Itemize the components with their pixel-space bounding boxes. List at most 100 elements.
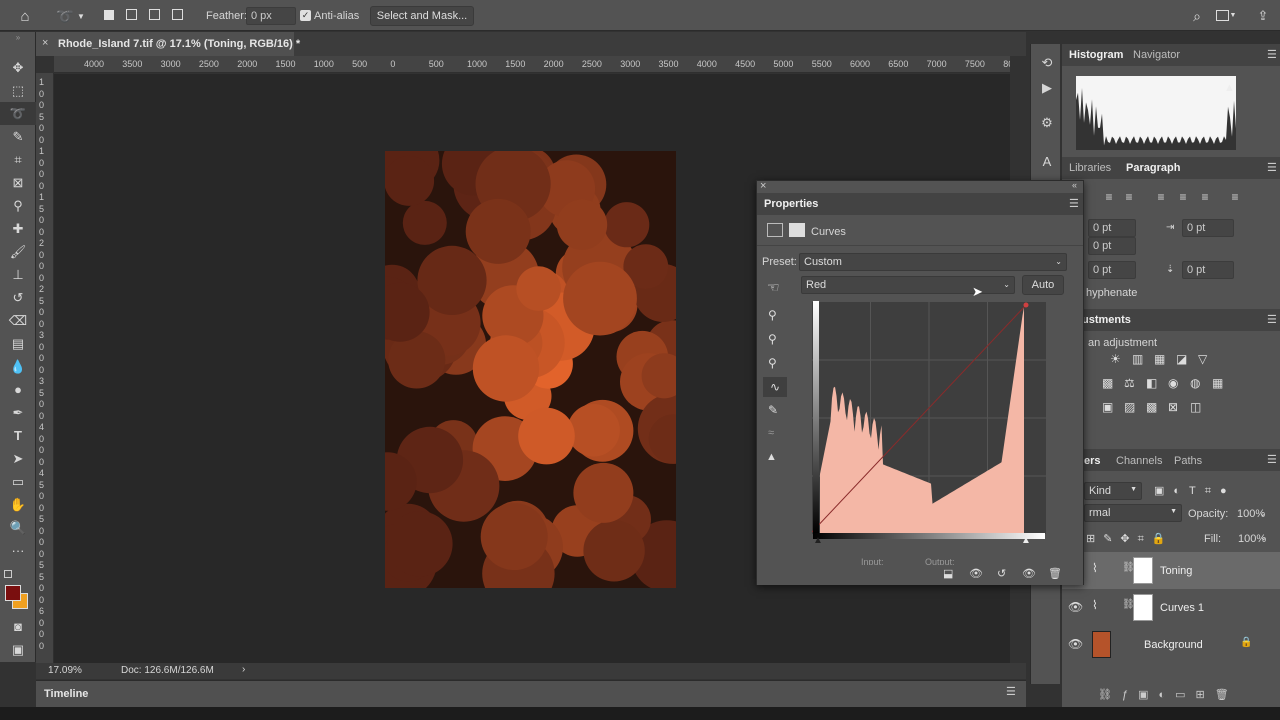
adjustment-type-icon[interactable]: ◧ bbox=[1146, 376, 1157, 390]
clone-stamp-icon[interactable]: ⊥ bbox=[0, 263, 36, 286]
panel-menu-icon[interactable]: ☰ bbox=[1267, 313, 1277, 326]
layer-thumbnail[interactable] bbox=[1092, 631, 1111, 658]
lock-icons[interactable]: ⊞✎✥⌗🔒 bbox=[1086, 532, 1186, 546]
tab-navigator[interactable]: Navigator bbox=[1133, 49, 1180, 61]
smooth-curve-icon[interactable]: ≈ bbox=[768, 427, 774, 439]
panel-menu-icon[interactable]: ☰ bbox=[1267, 48, 1277, 61]
align-left-icon[interactable]: ≡ bbox=[1100, 190, 1118, 204]
indent-right-input[interactable]: 0 pt bbox=[1182, 219, 1234, 237]
layer-name[interactable]: Background bbox=[1144, 639, 1203, 651]
chevron-down-icon[interactable]: ⌄ bbox=[1259, 508, 1267, 519]
indent-left-input[interactable]: 0 pt bbox=[1088, 219, 1136, 237]
chevron-down-icon[interactable]: ▼ bbox=[1229, 9, 1237, 21]
document-image[interactable] bbox=[385, 151, 676, 588]
clip-to-layer-icon[interactable]: ⬓ bbox=[943, 567, 953, 580]
properties-icon[interactable]: ⚙ bbox=[1037, 112, 1057, 134]
collapse-icon[interactable]: « bbox=[1072, 180, 1077, 190]
adjustment-type-icon[interactable]: ▽ bbox=[1198, 352, 1207, 366]
workspace-icon[interactable] bbox=[1216, 10, 1229, 21]
reset-icon[interactable]: ↺ bbox=[997, 567, 1006, 580]
frame-tool-icon[interactable]: ⊠ bbox=[0, 171, 36, 194]
search-icon[interactable]: ⌕ bbox=[1188, 6, 1206, 26]
collapse-icon[interactable]: » bbox=[0, 32, 36, 42]
history-icon[interactable]: ⟲ bbox=[1037, 52, 1057, 74]
tab-adjustments[interactable]: ustments bbox=[1082, 314, 1131, 326]
lasso-tool-icon[interactable]: ➰ bbox=[52, 6, 78, 26]
gradient-tool-icon[interactable]: ▤ bbox=[0, 332, 36, 355]
curves-graph[interactable] bbox=[811, 302, 1046, 534]
visibility-eye-icon[interactable]: 👁 bbox=[1068, 600, 1083, 614]
eyedropper-white-icon[interactable]: ⚲ bbox=[768, 356, 777, 370]
tab-paths[interactable]: Paths bbox=[1174, 455, 1202, 467]
adjustment-type-icon[interactable]: ◫ bbox=[1190, 400, 1201, 414]
crop-tool-icon[interactable]: ⌗ bbox=[0, 148, 36, 171]
subtract-selection-icon[interactable] bbox=[149, 9, 160, 20]
chevron-down-icon[interactable]: ▼ bbox=[76, 9, 86, 23]
adjustment-type-icon[interactable]: ▦ bbox=[1154, 352, 1165, 366]
adjustment-type-icon[interactable]: ▥ bbox=[1132, 352, 1143, 366]
adjustment-type-icon[interactable]: ▩ bbox=[1102, 376, 1113, 390]
type-tool-icon[interactable]: T bbox=[0, 424, 36, 447]
dodge-tool-icon[interactable]: ● bbox=[0, 378, 36, 401]
screen-mode-icon[interactable]: ▣ bbox=[0, 638, 36, 661]
on-image-adjust-icon[interactable]: ☜ bbox=[767, 279, 780, 296]
move-tool-icon[interactable]: ✥ bbox=[0, 56, 36, 79]
adjustment-type-icon[interactable]: ▩ bbox=[1146, 400, 1157, 414]
actions-play-icon[interactable]: ▶ bbox=[1037, 77, 1057, 99]
layers-bottom-icons[interactable]: ⛓ƒ▣◐▭⊞🗑 bbox=[1098, 688, 1278, 702]
adjustment-type-icon[interactable]: ⊠ bbox=[1168, 400, 1178, 414]
align-right-icon[interactable]: ≡ bbox=[1152, 190, 1170, 204]
quick-select-tool-icon[interactable]: ✎ bbox=[0, 125, 36, 148]
adjustment-type-icon[interactable]: ☀ bbox=[1110, 352, 1121, 366]
hand-tool-icon[interactable]: ✋ bbox=[0, 493, 36, 516]
timeline-title[interactable]: Timeline bbox=[44, 688, 88, 700]
layer-row-curves-1[interactable]: 👁 ⌇ ⛓ Curves 1 bbox=[1062, 589, 1280, 626]
space-after-input[interactable]: 0 pt bbox=[1182, 261, 1234, 279]
layer-mask-thumbnail[interactable] bbox=[1133, 594, 1153, 621]
layer-row-background[interactable]: 👁 Background 🔒 bbox=[1062, 626, 1280, 663]
view-previous-icon[interactable]: 👁 bbox=[969, 567, 983, 580]
feather-input[interactable]: 0 px bbox=[246, 7, 296, 25]
select-and-mask-button[interactable]: Select and Mask... bbox=[370, 6, 474, 26]
healing-brush-icon[interactable]: ✚ bbox=[0, 217, 36, 240]
adjustment-type-icon[interactable]: ◉ bbox=[1168, 376, 1178, 390]
vertical-ruler[interactable]: 1005001000150020002500300035004000450050… bbox=[36, 73, 54, 663]
panel-menu-icon[interactable]: ☰ bbox=[1069, 197, 1079, 210]
layer-name[interactable]: Toning bbox=[1160, 565, 1192, 577]
align-center-icon[interactable]: ≡ bbox=[1120, 190, 1138, 204]
blur-tool-icon[interactable]: 💧 bbox=[0, 355, 36, 378]
auto-button[interactable]: Auto bbox=[1022, 275, 1064, 295]
lasso-tool-icon[interactable]: ➰ bbox=[0, 102, 36, 125]
antialias-checkbox[interactable]: ✓ bbox=[300, 10, 311, 21]
quick-mask-icon[interactable]: ◙ bbox=[0, 615, 36, 638]
eyedropper-tool-icon[interactable]: ⚲ bbox=[0, 194, 36, 217]
panel-menu-icon[interactable]: ☰ bbox=[1267, 161, 1277, 174]
visibility-eye-icon[interactable]: 👁 bbox=[1068, 637, 1083, 651]
chevron-down-icon[interactable]: ⌄ bbox=[1260, 532, 1268, 543]
white-point-slider[interactable]: ▲ bbox=[1021, 535, 1031, 546]
layer-name[interactable]: Curves 1 bbox=[1160, 602, 1204, 614]
trash-icon[interactable]: 🗑 bbox=[1048, 567, 1062, 580]
add-to-selection-icon[interactable] bbox=[126, 9, 137, 20]
foreground-color-swatch[interactable] bbox=[5, 585, 21, 601]
adjustment-type-icon[interactable]: ▨ bbox=[1124, 400, 1135, 414]
justify-center-icon[interactable]: ≡ bbox=[1196, 190, 1214, 204]
justify-left-icon[interactable]: ≡ bbox=[1174, 190, 1192, 204]
zoom-tool-icon[interactable]: 🔍 bbox=[0, 516, 36, 539]
close-icon[interactable]: × bbox=[760, 180, 766, 192]
chevron-right-icon[interactable]: › bbox=[242, 664, 245, 675]
panel-menu-icon[interactable]: ☰ bbox=[1006, 685, 1016, 698]
tab-layers[interactable]: ers bbox=[1084, 455, 1101, 467]
warning-icon[interactable]: ▲ bbox=[1224, 82, 1235, 94]
tab-paragraph[interactable]: Paragraph bbox=[1126, 162, 1180, 174]
properties-title[interactable]: Properties bbox=[764, 198, 818, 210]
character-icon[interactable]: A bbox=[1037, 150, 1057, 172]
document-tab[interactable]: × Rhode_Island 7.tif @ 17.1% (Toning, RG… bbox=[36, 32, 300, 56]
new-selection-icon[interactable] bbox=[104, 10, 114, 20]
horizontal-ruler[interactable]: 4000 3500 3000 2500 2000 1500 1000 500 0 500 1000 1… bbox=[54, 56, 1010, 73]
adjustment-type-icon[interactable]: ◪ bbox=[1176, 352, 1187, 366]
history-brush-icon[interactable]: ↺ bbox=[0, 286, 36, 309]
adjustment-type-icon[interactable]: ⚖ bbox=[1124, 376, 1135, 390]
home-icon[interactable]: ⌂ bbox=[14, 6, 36, 26]
more-tools-icon[interactable]: ··· bbox=[0, 539, 36, 562]
